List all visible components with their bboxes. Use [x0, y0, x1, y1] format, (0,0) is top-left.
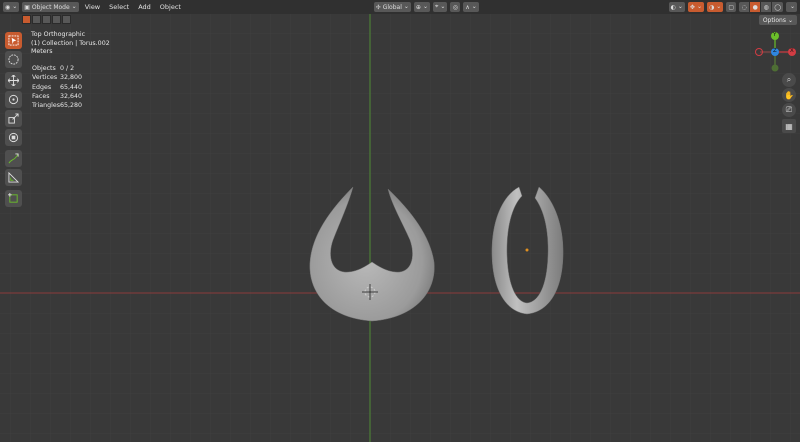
tool-annotate[interactable] — [5, 150, 22, 167]
overlay-icon: ◑ — [708, 3, 715, 11]
solid-icon: ● — [752, 3, 758, 11]
pivot-icon: ⊕ — [415, 3, 421, 11]
select-extend-icon[interactable] — [32, 15, 41, 24]
visibility-button[interactable]: ◐ — [668, 2, 685, 12]
gizmo-x-label[interactable]: X — [790, 48, 794, 54]
zoom-button[interactable]: ⌕ — [782, 73, 796, 87]
orientation-label: Global — [382, 3, 402, 11]
tool-move[interactable] — [5, 72, 22, 89]
scale-icon — [8, 113, 19, 124]
add-cube-icon — [8, 193, 18, 203]
stat-label: Objects — [32, 65, 56, 72]
shading-solid-button[interactable]: ● — [750, 2, 761, 12]
wireframe-icon: ◌ — [741, 3, 747, 11]
mode-label: Object Mode — [31, 3, 70, 11]
stat-value: 65,280 — [60, 102, 83, 110]
stat-row: Vertices 32,800 — [32, 73, 82, 82]
stat-label: Triangles — [32, 102, 61, 110]
editor-type-button[interactable]: ◉ — [3, 2, 20, 12]
camera-view-button[interactable]: ⎚ — [782, 103, 796, 117]
menu-view[interactable]: View — [82, 3, 103, 11]
stat-label: Vertices — [32, 74, 58, 82]
stat-value: 0 / 2 — [60, 65, 75, 72]
measure-icon — [8, 172, 19, 183]
ortho-toggle-button[interactable]: ▦ — [782, 119, 796, 133]
select-invert-icon[interactable] — [52, 15, 61, 24]
tool-shelf — [5, 32, 23, 209]
grid-icon: ▦ — [785, 121, 793, 131]
eye-icon: ◐ — [670, 3, 676, 11]
tool-select-box[interactable] — [5, 32, 22, 49]
rotate-icon — [8, 94, 19, 105]
stat-row: Triangles 65,280 — [32, 101, 82, 110]
shading-group: ◌ ● ◍ ◯ — [739, 2, 783, 12]
mode-dropdown[interactable]: ▣ Object Mode — [22, 2, 79, 12]
tool-select-circle[interactable] — [5, 51, 22, 68]
shading-material-button[interactable]: ◍ — [761, 2, 772, 12]
options-dropdown[interactable]: Options — [758, 15, 797, 25]
select-box-icon — [8, 35, 19, 46]
stat-value: 32,640 — [60, 92, 83, 100]
falloff-icon: ∧ — [465, 3, 470, 11]
select-circle-icon — [8, 54, 19, 65]
stat-label: Edges — [32, 83, 52, 91]
tool-scale[interactable] — [5, 110, 22, 127]
scene-statistics: Objects 0 / 2 Vertices 32,800 Edges 65,440 … — [32, 64, 82, 110]
proportional-icon: ◎ — [452, 3, 459, 11]
view-name: Top Orthographic — [31, 31, 86, 38]
hand-pan-icon: ✋ — [784, 90, 794, 100]
viewport[interactable] — [0, 0, 800, 442]
tool-measure[interactable] — [5, 169, 22, 186]
origin-point — [525, 248, 529, 252]
viewport-header: ◉ ▣ Object Mode View Select Add Object ✢… — [0, 0, 800, 14]
object-mode-icon: ▣ — [24, 3, 30, 11]
camera-icon: ⎚ — [785, 105, 793, 114]
gizmo-icon: ✥ — [689, 3, 695, 11]
transform-icon — [8, 132, 19, 143]
xray-icon: ▢ — [728, 3, 735, 11]
viewport-info: Top Orthographic (1) Collection | Torus.… — [31, 31, 110, 57]
stat-label: Faces — [32, 92, 50, 100]
select-mode-row — [22, 15, 71, 24]
menu-add[interactable]: Add — [135, 3, 154, 11]
proportional-edit-button[interactable]: ◎ — [450, 2, 461, 12]
shading-rendered-button[interactable]: ◯ — [772, 2, 783, 12]
stat-value: 65,440 — [60, 83, 83, 91]
stat-row: Edges 65,440 — [32, 83, 82, 92]
tool-rotate[interactable] — [5, 91, 22, 108]
tool-add-cube[interactable] — [5, 190, 22, 207]
snap-icon: ⌖ — [434, 3, 439, 10]
select-subtract-icon[interactable] — [42, 15, 51, 24]
proportional-falloff-button[interactable]: ∧ — [463, 2, 479, 12]
shading-wireframe-button[interactable]: ◌ — [739, 2, 750, 12]
select-new-icon[interactable] — [22, 15, 31, 24]
zoom-icon: ⌕ — [786, 75, 792, 84]
active-collection: (1) Collection | Torus.002 — [31, 39, 110, 47]
stat-row: Faces 32,640 — [32, 92, 82, 101]
material-icon: ◍ — [763, 3, 769, 11]
select-intersect-icon[interactable] — [62, 15, 71, 24]
menu-select[interactable]: Select — [106, 3, 132, 11]
overlay-toggle-button[interactable]: ◑ — [706, 2, 724, 12]
move-icon — [8, 75, 19, 86]
pivot-point-button[interactable]: ⊕ — [413, 2, 430, 12]
units-label: Meters — [31, 48, 53, 56]
transform-orientation-dropdown[interactable]: ✢ Global — [373, 2, 411, 12]
stat-value: 32,800 — [60, 74, 83, 82]
gizmo-toggle-button[interactable]: ✥ — [687, 2, 704, 12]
editor-type-icon: ◉ — [5, 3, 11, 11]
tool-transform[interactable] — [5, 129, 22, 146]
rendered-icon: ◯ — [774, 3, 781, 11]
xray-toggle-button[interactable]: ▢ — [726, 2, 737, 12]
shading-options-button[interactable] — [785, 2, 798, 12]
gizmo-z-label[interactable]: Z — [773, 48, 777, 54]
snap-button[interactable]: ⌖ — [432, 2, 448, 12]
orientation-icon: ✢ — [375, 3, 381, 11]
pan-button[interactable]: ✋ — [782, 88, 796, 102]
annotate-icon — [8, 153, 19, 164]
stat-row: Objects 0 / 2 — [32, 64, 82, 73]
menu-object[interactable]: Object — [157, 3, 184, 11]
gizmo-y-label[interactable]: Y — [773, 32, 776, 38]
